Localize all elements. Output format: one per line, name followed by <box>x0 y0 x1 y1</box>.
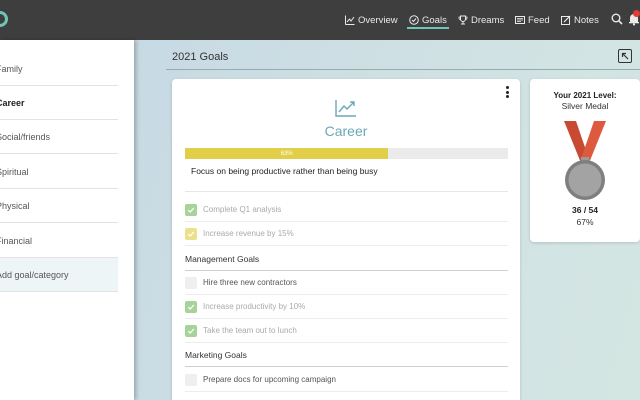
sidebar-item-financial[interactable]: Financial <box>0 224 118 258</box>
section-heading: Management Goals <box>185 247 508 271</box>
sidebar-item-label: Financial <box>0 235 33 246</box>
checkbox[interactable] <box>185 276 197 289</box>
nav-notes-label: Notes <box>574 14 599 26</box>
progress-label: 63% <box>280 150 293 157</box>
sidebar-item-label: Social/friends <box>0 131 51 142</box>
task-item[interactable]: Increase revenue by 15% <box>185 222 508 246</box>
main-content: 2021 Goals Career 63% Focus on being pro… <box>134 40 640 400</box>
checkbox[interactable] <box>185 227 197 240</box>
goal-title: Career <box>324 123 368 139</box>
check-icon <box>187 207 195 213</box>
level-title: Your 2021 Level: <box>553 91 617 100</box>
page-title: 2021 Goals <box>172 51 229 63</box>
silver-medal-icon <box>564 121 606 200</box>
collapse-button[interactable] <box>618 49 632 63</box>
nav-notes[interactable]: Notes <box>561 0 599 40</box>
top-nav-bar: Overview Goals Dreams Feed Notes <box>0 0 640 40</box>
arrow-up-left-icon <box>621 52 629 60</box>
nav-goals-label: Goals <box>422 14 447 26</box>
task-text: Prepare docs for upcoming campaign <box>203 375 336 384</box>
nav-dreams[interactable]: Dreams <box>458 0 504 40</box>
check-icon <box>187 328 195 334</box>
sidebar-item-label: Career <box>0 97 25 108</box>
check-circle-icon <box>409 15 419 25</box>
search-icon[interactable] <box>610 12 624 26</box>
task-item[interactable]: Increase productivity by 10% <box>185 295 508 319</box>
task-item[interactable]: Take the team out to lunch <box>185 319 508 343</box>
trophy-icon <box>458 15 468 25</box>
level-percent: 67% <box>576 217 594 227</box>
sidebar-item-social-friends[interactable]: Social/friends <box>0 120 118 154</box>
checkbox[interactable] <box>185 373 197 386</box>
nav-overview[interactable]: Overview <box>345 0 398 40</box>
task-text: Complete Q1 analysis <box>203 205 282 214</box>
sidebar-item-family[interactable]: Family <box>0 52 118 86</box>
task-text: Take the team out to lunch <box>203 326 297 335</box>
goal-description: Focus on being productive rather than be… <box>191 166 378 176</box>
sidebar-item-label: Physical <box>0 200 30 211</box>
progress-fill: 63% <box>185 148 389 159</box>
edit-note-icon <box>561 15 571 25</box>
add-goal-category-button[interactable]: Add goal/category <box>0 258 118 292</box>
app-logo[interactable] <box>0 11 8 27</box>
sidebar-item-label: Family <box>0 63 23 74</box>
nav-dreams-label: Dreams <box>471 14 505 26</box>
level-card: Your 2021 Level: Silver Medal 36 / 54 67… <box>530 79 640 242</box>
goal-progress-bar[interactable]: 63% <box>185 148 508 159</box>
nav-feed-label: Feed <box>528 14 550 26</box>
nav-overview-label: Overview <box>358 14 398 26</box>
checkbox[interactable] <box>185 300 197 313</box>
sidebar-item-label: Spiritual <box>0 166 29 177</box>
newspaper-icon <box>515 16 525 24</box>
section-heading: Marketing Goals <box>185 343 508 367</box>
sidebar-item-career[interactable]: Career <box>0 86 118 120</box>
chart-line-icon <box>345 15 355 25</box>
check-icon <box>187 231 195 237</box>
checkbox[interactable] <box>185 203 197 216</box>
level-score: 36 / 54 <box>572 205 598 215</box>
task-text: Increase revenue by 15% <box>203 229 294 238</box>
sidebar-item-label: Add goal/category <box>0 269 69 280</box>
sidebar-item-physical[interactable]: Physical <box>0 189 118 223</box>
check-icon <box>187 304 195 310</box>
task-item[interactable]: Prepare docs for upcoming campaign <box>185 368 508 392</box>
chart-line-icon <box>335 100 356 117</box>
checkbox[interactable] <box>185 324 197 337</box>
task-text: Increase productivity by 10% <box>203 302 306 311</box>
nav-goals[interactable]: Goals <box>407 0 449 40</box>
category-sidebar: Family Career Social/friends Spiritual P… <box>0 40 134 400</box>
goal-card: Career 63% Focus on being productive rat… <box>172 79 520 400</box>
notification-badge <box>633 10 640 17</box>
sidebar-item-spiritual[interactable]: Spiritual <box>0 155 118 189</box>
page-header: 2021 Goals <box>166 48 640 70</box>
task-item[interactable]: Hire three new contractors <box>185 271 508 295</box>
divider <box>185 191 508 192</box>
more-options-icon[interactable] <box>506 86 510 98</box>
level-name: Silver Medal <box>561 101 609 111</box>
task-item[interactable]: Complete Q1 analysis <box>185 198 508 222</box>
nav-feed[interactable]: Feed <box>515 0 550 40</box>
task-text: Hire three new contractors <box>203 278 297 287</box>
